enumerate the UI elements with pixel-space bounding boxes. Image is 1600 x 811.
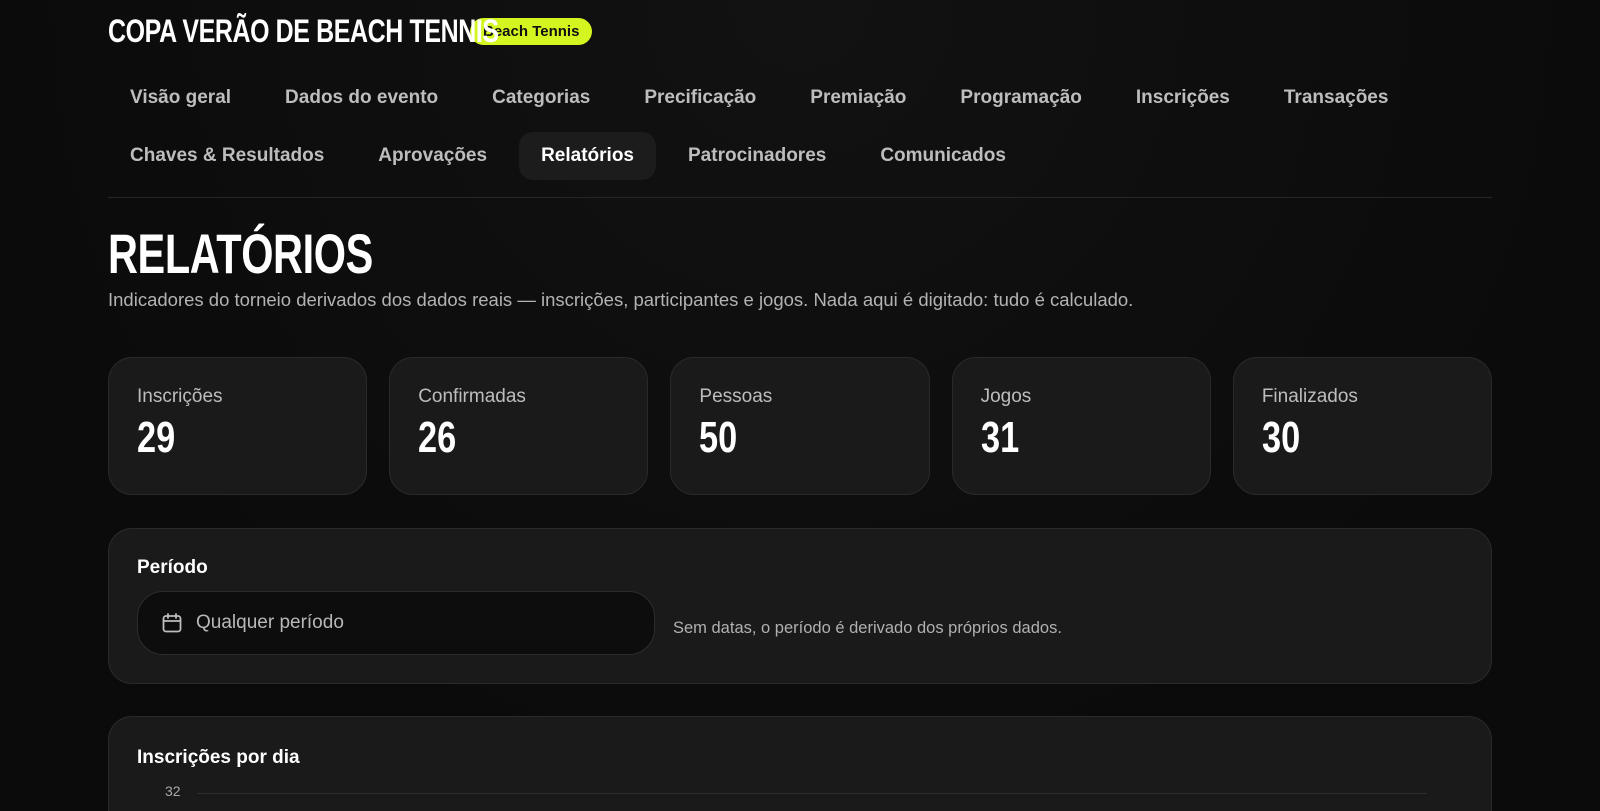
tab-comunicados[interactable]: Comunicados bbox=[858, 132, 1028, 180]
stat-value: 30 bbox=[1261, 413, 1300, 462]
stat-label: Jogos bbox=[980, 386, 1032, 407]
tab-aprovacoes[interactable]: Aprovações bbox=[356, 132, 509, 180]
y-tick-label: 32 bbox=[165, 783, 181, 799]
calendar-icon bbox=[160, 611, 184, 635]
tab-inscricoes[interactable]: Inscrições bbox=[1114, 74, 1252, 122]
tab-patrocinadores[interactable]: Patrocinadores bbox=[666, 132, 848, 180]
stat-card-jogos: Jogos 31 bbox=[951, 357, 1211, 495]
tab-precificacao[interactable]: Precificação bbox=[622, 74, 778, 122]
event-header: COPA VERÃO DE BEACH TENNIS Beach Tennis bbox=[108, 10, 593, 52]
chart-grid-line bbox=[197, 793, 1427, 794]
page-subtitle: Indicadores do torneio derivados dos dad… bbox=[108, 289, 1134, 310]
stat-value: 26 bbox=[418, 413, 457, 462]
tab-programacao[interactable]: Programação bbox=[938, 74, 1103, 122]
stat-card-inscricoes: Inscrições 29 bbox=[108, 357, 368, 495]
tab-categorias[interactable]: Categorias bbox=[470, 74, 612, 122]
stat-label: Pessoas bbox=[699, 386, 773, 407]
stat-card-pessoas: Pessoas 50 bbox=[670, 357, 930, 495]
event-title: COPA VERÃO DE BEACH TENNIS bbox=[108, 12, 499, 49]
tabs-divider bbox=[108, 197, 1492, 198]
stat-value: 29 bbox=[137, 413, 176, 462]
stat-label: Confirmadas bbox=[418, 386, 526, 407]
period-value: Qualquer período bbox=[196, 612, 344, 633]
page: COPA VERÃO DE BEACH TENNIS Beach Tennis … bbox=[0, 0, 1600, 811]
tab-dados-do-evento[interactable]: Dados do evento bbox=[263, 74, 460, 122]
stats-row: Inscrições 29 Confirmadas 26 Pessoas 50 … bbox=[108, 357, 1493, 495]
stat-card-confirmadas: Confirmadas 26 bbox=[389, 357, 649, 495]
stat-value: 31 bbox=[980, 413, 1019, 462]
period-hint: Sem datas, o período é derivado dos próp… bbox=[673, 618, 1062, 637]
period-row: Qualquer período Sem datas, o período é … bbox=[137, 591, 1463, 655]
event-tabs: Visão geral Dados do evento Categorias P… bbox=[108, 74, 1492, 180]
stat-value: 50 bbox=[699, 413, 738, 462]
stat-label: Finalizados bbox=[1261, 386, 1358, 407]
period-panel: Período Qualquer período Sem datas, o pe… bbox=[108, 528, 1492, 684]
tab-visao-geral[interactable]: Visão geral bbox=[108, 74, 253, 122]
period-title: Período bbox=[137, 557, 208, 578]
tab-transacoes[interactable]: Transações bbox=[1262, 74, 1411, 122]
page-title: RELATÓRIOS bbox=[108, 222, 373, 285]
tab-premiacao[interactable]: Premiação bbox=[788, 74, 928, 122]
tab-relatorios[interactable]: Relatórios bbox=[519, 132, 656, 180]
stat-label: Inscrições bbox=[137, 386, 223, 407]
period-picker[interactable]: Qualquer período bbox=[137, 591, 655, 655]
tab-chaves-resultados[interactable]: Chaves & Resultados bbox=[108, 132, 346, 180]
stat-card-finalizados: Finalizados 30 bbox=[1232, 357, 1493, 495]
chart-panel: Inscrições por dia 32 bbox=[108, 716, 1492, 811]
chart-area: 32 bbox=[137, 783, 1463, 811]
chart-title: Inscrições por dia bbox=[137, 747, 300, 768]
